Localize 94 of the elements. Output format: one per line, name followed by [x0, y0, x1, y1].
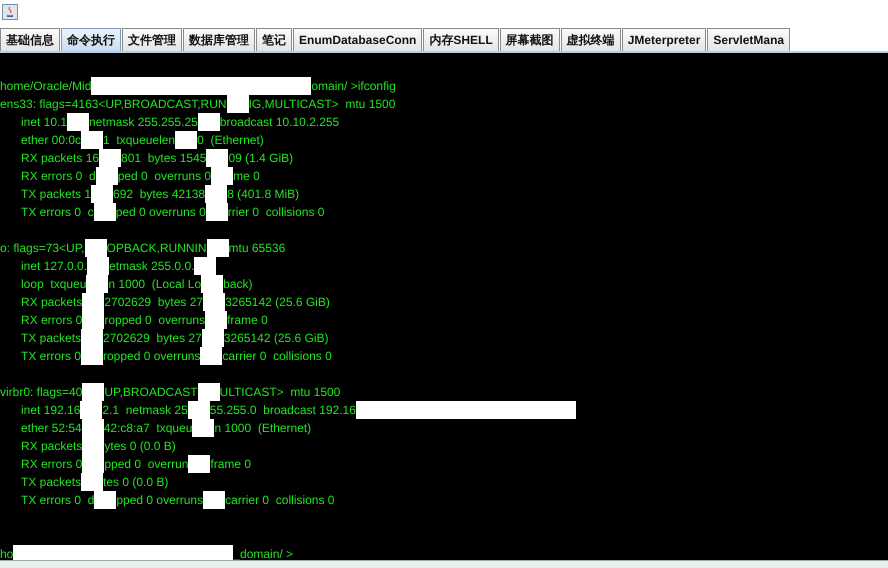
- terminal-text: n 1000 (Local Lo: [108, 277, 202, 291]
- terminal-text: me 0: [233, 169, 260, 183]
- redaction-mark: [200, 347, 222, 365]
- terminal-text: RX packets 16: [21, 151, 100, 165]
- terminal-text: TX packets: [21, 331, 82, 345]
- terminal-text: 8 (401.8 MiB): [227, 187, 300, 201]
- tab[interactable]: 内存SHELL: [423, 28, 499, 51]
- redaction-mark: [81, 473, 104, 491]
- terminal-text: o: flags=73<UP,: [0, 241, 85, 255]
- tab[interactable]: 屏幕截图: [500, 28, 560, 51]
- tab[interactable]: 命令执行: [61, 28, 121, 51]
- terminal-text: virbr0: flags=40: [0, 385, 82, 399]
- tab[interactable]: JMeterpreter: [622, 28, 706, 51]
- terminal-text: pped 0 overruns: [116, 493, 204, 507]
- terminal-text: omain/ >ifconfig: [311, 79, 396, 93]
- terminal-text: n 1000 (Ethernet): [214, 421, 312, 435]
- redaction-mark: [82, 383, 104, 401]
- terminal-text: 09 (1.4 GiB): [228, 151, 294, 165]
- terminal-text: ULTICAST> mtu 1500: [220, 385, 340, 399]
- redaction-mark: [94, 491, 116, 509]
- terminal-text: mtu 65536: [228, 241, 286, 255]
- tab[interactable]: 基础信息: [0, 28, 60, 51]
- terminal-text: home/Oracle/Mid: [0, 79, 92, 93]
- terminal-text: inet 127.0.0.: [21, 259, 88, 273]
- terminal-text: ped 0 overruns 0: [116, 205, 206, 219]
- terminal-text: TX errors 0 d: [21, 493, 94, 507]
- terminal-text: carrier 0 collisions 0: [225, 493, 334, 507]
- terminal-text: TX packets 1: [21, 187, 92, 201]
- terminal-text: 2702629 bytes 27: [103, 331, 202, 345]
- terminal-text: tes 0 (0.0 B): [103, 475, 168, 489]
- terminal-text: back): [223, 277, 252, 291]
- tab[interactable]: ServletMana: [707, 28, 790, 51]
- terminal-text: 801 bytes 1545: [121, 151, 206, 165]
- terminal-text: broadcast 10.10.2.255: [220, 115, 340, 129]
- terminal-text: inet 192.16: [21, 403, 80, 417]
- terminal-text: TX errors 0 c: [21, 205, 94, 219]
- tab[interactable]: 文件管理: [122, 28, 182, 51]
- terminal-text: 0 (Ethernet): [197, 133, 264, 147]
- terminal-text: ens33: flags=4163<UP,BROADCAST,RUN: [0, 97, 227, 111]
- redaction-mark: [206, 203, 228, 221]
- terminal-text: frame 0: [227, 313, 268, 327]
- terminal-text: RX packets: [21, 295, 82, 309]
- redaction-mark: [188, 455, 210, 473]
- tab[interactable]: 笔记: [256, 28, 292, 51]
- redaction-mark: [198, 113, 220, 131]
- terminal-text: inet 10.1: [21, 115, 68, 129]
- terminal-text: ho: [0, 547, 14, 560]
- terminal-text: ped 0 overruns 0: [118, 169, 212, 183]
- terminal-text: 42:c8:a7 txqueu: [104, 421, 192, 435]
- terminal-text: pped 0 overrun: [104, 457, 188, 471]
- terminal-text: TX packets: [21, 475, 82, 489]
- terminal-text: RX errors 0: [21, 313, 82, 327]
- terminal-text: carrier 0 collisions 0: [222, 349, 332, 363]
- redaction-mark: [99, 149, 122, 167]
- terminal-text: 2.1 netmask 25: [102, 403, 188, 417]
- redaction-mark: [84, 239, 107, 257]
- terminal-text: netmask 255.255.25: [89, 115, 198, 129]
- app-icon: [2, 4, 18, 20]
- terminal-text: 1 txqueuelen: [103, 133, 176, 147]
- terminal-text: 3265142 (25.6 GiB): [225, 295, 330, 309]
- redaction-mark: [81, 131, 104, 149]
- terminal-text: 55.255.0 broadcast 192.16: [210, 403, 356, 417]
- terminal-text: RX errors 0: [21, 457, 82, 471]
- terminal-text: loop txqueu: [21, 277, 86, 291]
- terminal-text: ether 00:0c: [21, 133, 82, 147]
- redaction-mark: [203, 491, 226, 509]
- redaction-mark: [81, 347, 104, 365]
- redaction-mark: [192, 419, 214, 437]
- tab[interactable]: EnumDatabaseConn: [293, 28, 422, 51]
- redaction-mark: [198, 383, 220, 401]
- redaction-mark: [175, 131, 198, 149]
- terminal-text: rrier 0 collisions 0: [228, 205, 324, 219]
- redaction-mark: [94, 203, 116, 221]
- terminal-text: 2702629 bytes 27: [104, 295, 204, 309]
- terminal-text: ether 52:54: [21, 421, 82, 435]
- terminal-text: frame 0: [210, 457, 252, 471]
- terminal-text: IG,MULTICAST> mtu 1500: [248, 97, 396, 111]
- tab[interactable]: 数据库管理: [183, 28, 255, 51]
- redaction-mark: [206, 149, 228, 167]
- redaction-mark: [67, 113, 90, 131]
- terminal-text: 3265142 (25.6 GiB): [224, 331, 329, 345]
- tab[interactable]: 虚拟终端: [560, 28, 621, 51]
- terminal-text: UP,BROADCAST: [104, 385, 198, 399]
- terminal-text: RX packets: [21, 439, 82, 453]
- terminal-text: 692 bytes 42138: [113, 187, 206, 201]
- terminal-text: ropped 0 overruns: [103, 349, 200, 363]
- terminal-text: etmask 255.0.0.: [109, 259, 194, 273]
- terminal-text: ropped 0 overruns: [104, 313, 206, 327]
- redaction-mark: [194, 257, 216, 275]
- terminal-text: TX errors 0: [21, 349, 82, 363]
- redaction-mark: [206, 239, 229, 257]
- terminal-text: RX errors 0 d: [21, 169, 96, 183]
- terminal-text: ytes 0 (0.0 B): [104, 439, 176, 453]
- terminal-text: OPBACK,RUNNIN: [106, 241, 207, 255]
